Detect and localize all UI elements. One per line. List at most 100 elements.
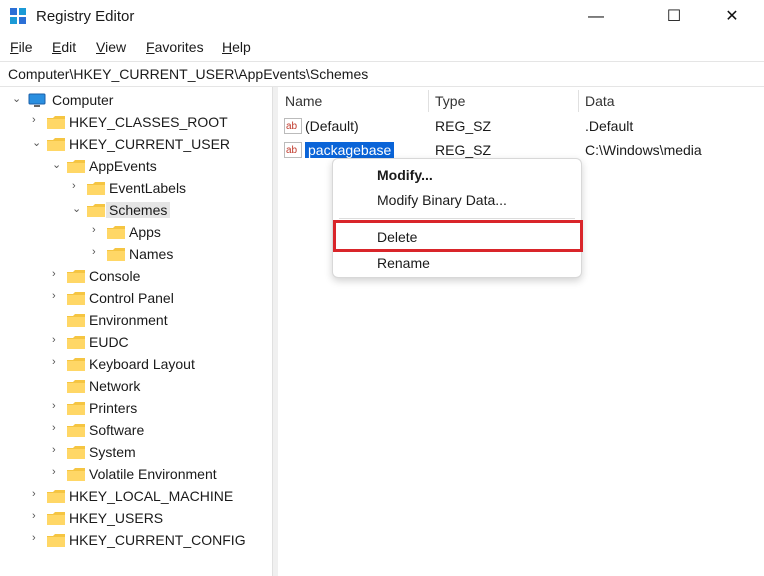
address-path[interactable]: Computer\HKEY_CURRENT_USER\AppEvents\Sch… bbox=[8, 66, 368, 82]
folder-icon bbox=[67, 424, 85, 437]
minimize-button[interactable]: — bbox=[572, 0, 620, 34]
chevron-right-icon[interactable]: › bbox=[72, 180, 84, 194]
close-button[interactable]: ✕ bbox=[708, 0, 756, 34]
tree-node[interactable]: › Control Panel bbox=[52, 288, 262, 308]
tree-node[interactable]: › HKEY_LOCAL_MACHINE bbox=[32, 486, 262, 506]
computer-icon bbox=[28, 93, 46, 107]
value-name: packagebase bbox=[303, 141, 396, 159]
tree-node[interactable]: › HKEY_CLASSES_ROOT bbox=[32, 112, 262, 132]
chevron-right-icon[interactable]: › bbox=[52, 268, 64, 282]
chevron-right-icon[interactable]: › bbox=[52, 422, 64, 436]
context-menu: Modify... Modify Binary Data... Delete R… bbox=[332, 158, 582, 278]
folder-icon bbox=[47, 512, 65, 525]
folder-icon bbox=[67, 314, 85, 327]
highlight-box bbox=[333, 220, 583, 252]
menu-item-rename[interactable]: Rename bbox=[377, 255, 430, 271]
folder-open-icon bbox=[67, 160, 85, 173]
svg-text:ab: ab bbox=[286, 145, 298, 156]
value-name: (Default) bbox=[305, 118, 359, 134]
menu-file[interactable]: File bbox=[10, 39, 33, 55]
column-header-data[interactable]: Data bbox=[585, 93, 615, 109]
folder-open-icon bbox=[47, 138, 65, 151]
chevron-right-icon[interactable]: › bbox=[32, 532, 44, 546]
tree-node[interactable]: › Volatile Environment bbox=[52, 464, 262, 484]
registry-icon bbox=[10, 8, 26, 24]
tree-node[interactable]: Network bbox=[52, 376, 262, 396]
maximize-icon: ☐ bbox=[666, 8, 682, 25]
folder-icon bbox=[67, 468, 85, 481]
menu-bar: File Edit View Favorites Help bbox=[0, 36, 764, 58]
tree-node-computer[interactable]: ⌄ Computer bbox=[12, 90, 262, 110]
chevron-right-icon[interactable]: › bbox=[52, 444, 64, 458]
string-value-icon: ab bbox=[284, 142, 302, 158]
folder-icon bbox=[67, 380, 85, 393]
chevron-down-icon[interactable]: ⌄ bbox=[12, 92, 24, 106]
chevron-right-icon[interactable]: › bbox=[32, 488, 44, 502]
folder-icon bbox=[67, 270, 85, 283]
chevron-right-icon[interactable]: › bbox=[52, 290, 64, 304]
value-type: REG_SZ bbox=[435, 118, 492, 134]
address-bar[interactable]: Computer\HKEY_CURRENT_USER\AppEvents\Sch… bbox=[0, 61, 764, 87]
folder-icon bbox=[67, 336, 85, 349]
tree-node[interactable]: Environment bbox=[52, 310, 262, 330]
folder-icon bbox=[47, 534, 65, 547]
chevron-right-icon[interactable]: › bbox=[52, 356, 64, 370]
tree-pane[interactable]: ⌄ Computer › HKEY_CLASSES_ROOT ⌄ HKEY_CU… bbox=[0, 87, 272, 576]
folder-icon bbox=[67, 402, 85, 415]
menu-item-modify-binary[interactable]: Modify Binary Data... bbox=[377, 192, 507, 208]
tree-node[interactable]: › EventLabels bbox=[72, 178, 262, 198]
value-data: .Default bbox=[585, 118, 634, 134]
string-value-icon: ab bbox=[284, 118, 302, 134]
minimize-icon: — bbox=[588, 8, 604, 25]
tree-node[interactable]: › Software bbox=[52, 420, 262, 440]
chevron-down-icon[interactable]: ⌄ bbox=[72, 202, 84, 216]
close-icon: ✕ bbox=[725, 8, 739, 25]
tree-node[interactable]: ⌄ AppEvents bbox=[52, 156, 262, 176]
folder-icon bbox=[47, 116, 65, 129]
folder-icon bbox=[67, 292, 85, 305]
column-divider[interactable] bbox=[578, 90, 579, 112]
value-data: C:\Windows\media bbox=[585, 142, 702, 158]
chevron-right-icon[interactable]: › bbox=[92, 246, 104, 260]
chevron-right-icon[interactable]: › bbox=[52, 334, 64, 348]
window-title: Registry Editor bbox=[36, 8, 135, 25]
folder-icon bbox=[67, 358, 85, 371]
tree-node[interactable]: › Names bbox=[92, 244, 262, 264]
value-type: REG_SZ bbox=[435, 142, 492, 158]
tree-node[interactable]: › Keyboard Layout bbox=[52, 354, 262, 374]
maximize-button[interactable]: ☐ bbox=[650, 0, 698, 34]
column-header-type[interactable]: Type bbox=[435, 93, 465, 109]
tree-node[interactable]: › HKEY_USERS bbox=[32, 508, 262, 528]
title-bar: Registry Editor — ☐ ✕ bbox=[0, 0, 764, 34]
svg-text:ab: ab bbox=[286, 121, 298, 132]
column-divider[interactable] bbox=[428, 90, 429, 112]
menu-help[interactable]: Help bbox=[222, 39, 251, 55]
chevron-right-icon[interactable]: › bbox=[92, 224, 104, 238]
menu-edit[interactable]: Edit bbox=[52, 39, 76, 55]
tree-node-label: Computer bbox=[52, 92, 114, 108]
column-header-name[interactable]: Name bbox=[285, 93, 322, 109]
tree-node[interactable]: › Console bbox=[52, 266, 262, 286]
tree-node-selected[interactable]: ⌄ Schemes bbox=[72, 200, 262, 220]
tree-node[interactable]: › HKEY_CURRENT_CONFIG bbox=[32, 530, 262, 550]
tree-node[interactable]: › Printers bbox=[52, 398, 262, 418]
tree-node[interactable]: › EUDC bbox=[52, 332, 262, 352]
menu-view[interactable]: View bbox=[96, 39, 126, 55]
chevron-down-icon[interactable]: ⌄ bbox=[52, 158, 64, 172]
chevron-right-icon[interactable]: › bbox=[52, 466, 64, 480]
folder-icon bbox=[87, 182, 105, 195]
folder-icon bbox=[107, 226, 125, 239]
tree-node[interactable]: › System bbox=[52, 442, 262, 462]
folder-open-icon bbox=[87, 204, 105, 217]
chevron-right-icon[interactable]: › bbox=[52, 400, 64, 414]
chevron-right-icon[interactable]: › bbox=[32, 510, 44, 524]
folder-icon bbox=[67, 446, 85, 459]
menu-favorites[interactable]: Favorites bbox=[146, 39, 204, 55]
chevron-right-icon[interactable]: › bbox=[32, 114, 44, 128]
menu-item-modify[interactable]: Modify... bbox=[377, 167, 433, 183]
tree-node[interactable]: ⌄ HKEY_CURRENT_USER bbox=[32, 134, 262, 154]
table-row[interactable]: ab (Default) REG_SZ .Default bbox=[278, 115, 764, 137]
folder-icon bbox=[47, 490, 65, 503]
tree-node[interactable]: › Apps bbox=[92, 222, 262, 242]
chevron-down-icon[interactable]: ⌄ bbox=[32, 136, 44, 150]
